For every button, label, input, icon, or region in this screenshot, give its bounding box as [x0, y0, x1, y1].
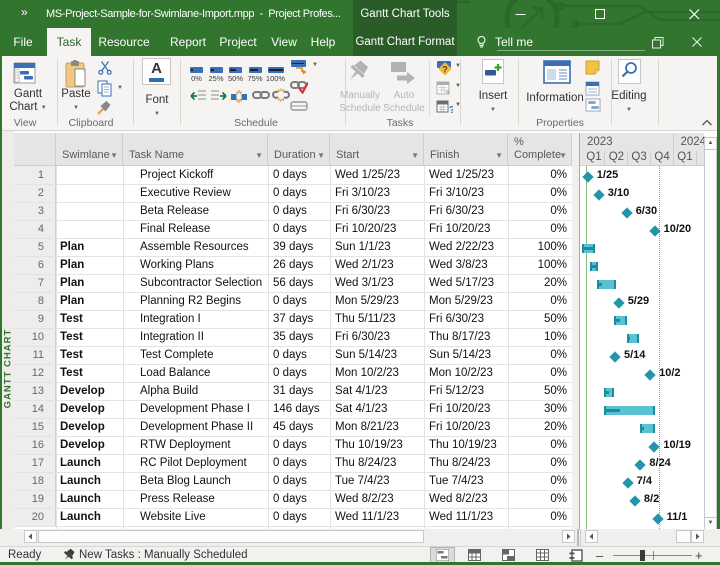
svg-text:?: ? [442, 65, 448, 75]
svg-text:?: ? [449, 105, 453, 114]
